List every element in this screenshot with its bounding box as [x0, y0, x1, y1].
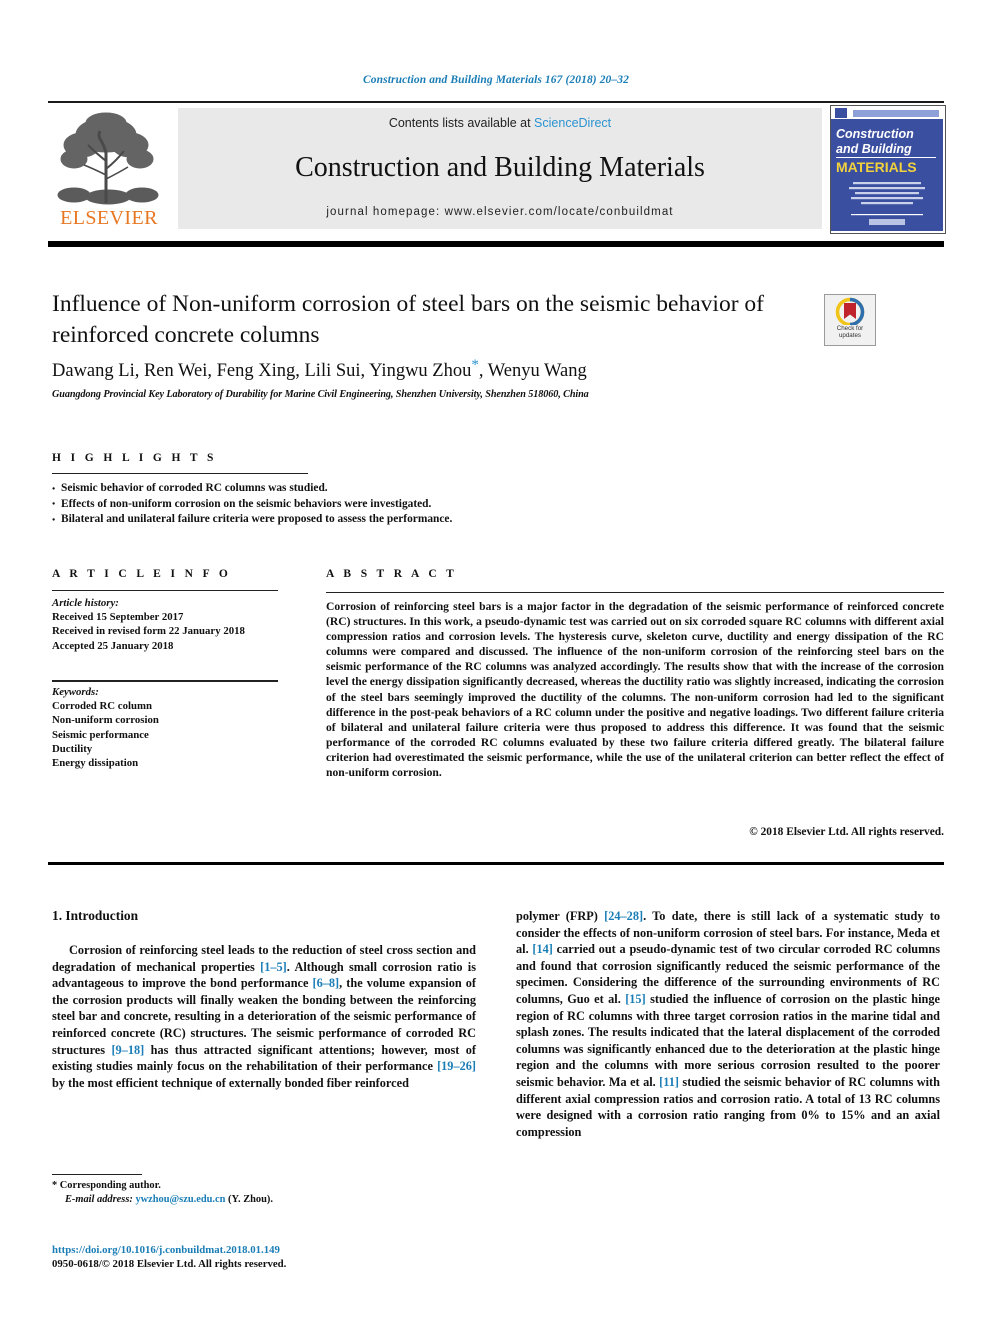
- page-title: Influence of Non-uniform corrosion of st…: [52, 291, 764, 348]
- crossmark-line1: Check for: [836, 325, 864, 332]
- intro-text-a: polymer (FRP): [516, 909, 605, 923]
- crossmark-badge[interactable]: Check for updates: [824, 294, 876, 346]
- journal-title: Construction and Building Materials: [295, 152, 705, 183]
- article-history-item: Received 15 September 2017: [52, 611, 184, 624]
- banner-bottom-bar: [48, 241, 944, 247]
- abstract-divider: [326, 592, 944, 594]
- email-suffix: (Y. Zhou).: [227, 1194, 273, 1206]
- article-info-divider: [52, 590, 278, 592]
- article-first-page: Construction and Building Materials 167 …: [0, 0, 992, 1323]
- issn-copyright-line: 0950-0618/© 2018 Elsevier Ltd. All right…: [52, 1258, 287, 1271]
- corresponding-author-note: * Corresponding author.: [52, 1179, 472, 1193]
- svg-text:and Building: and Building: [836, 142, 912, 156]
- section-heading-introduction: 1. Introduction: [52, 908, 139, 923]
- keyword-item: Seismic performance: [52, 728, 149, 741]
- journal-banner: ELSEVIER Contents lists available at Sci…: [48, 105, 946, 234]
- affiliation: Guangdong Provincial Key Laboratory of D…: [52, 389, 589, 400]
- svg-text:MATERIALS: MATERIALS: [836, 159, 917, 175]
- sciencedirect-link[interactable]: ScienceDirect: [534, 116, 611, 130]
- journal-homepage-line[interactable]: journal homepage: www.elsevier.com/locat…: [178, 206, 822, 218]
- keyword-item: Non-uniform corrosion: [52, 714, 159, 727]
- citation-ref[interactable]: [15]: [625, 992, 646, 1006]
- citation-ref[interactable]: [6–8]: [313, 976, 340, 990]
- top-divider: [48, 101, 944, 103]
- crossmark-label: Check for updates: [825, 325, 875, 340]
- author-names-tail: , Wenyu Wang: [478, 361, 587, 382]
- corresponding-author-marker: *: [471, 357, 479, 373]
- highlights-list: Seismic behavior of corroded RC columns …: [52, 481, 752, 528]
- article-info-label: A R T I C L E I N F O: [52, 568, 232, 580]
- email-note: E-mail address: ywzhou@szu.edu.cn (Y. Zh…: [52, 1193, 472, 1207]
- footnote-block: * Corresponding author. E-mail address: …: [52, 1179, 472, 1207]
- abstract-label: A B S T R A C T: [326, 568, 458, 580]
- elsevier-logo: ELSEVIER: [48, 107, 170, 231]
- corresponding-author-label: Corresponding author.: [57, 1180, 161, 1191]
- keyword-item: Ductility: [52, 742, 93, 755]
- elsevier-tree-icon: [54, 109, 164, 205]
- email-link[interactable]: ywzhou@szu.edu.cn: [135, 1194, 225, 1205]
- crossmark-line2: updates: [838, 332, 862, 340]
- keywords-block: Keywords: Corroded RC column Non-uniform…: [52, 685, 302, 770]
- list-item: Bilateral and unilateral failure criteri…: [52, 512, 752, 528]
- svg-text:Construction: Construction: [836, 127, 914, 141]
- elsevier-wordmark: ELSEVIER: [60, 207, 158, 229]
- author-names: Dawang Li, Ren Wei, Feng Xing, Lili Sui,…: [52, 361, 472, 382]
- journal-banner-center: Contents lists available at ScienceDirec…: [178, 108, 822, 229]
- running-head: Construction and Building Materials 167 …: [363, 74, 629, 86]
- body-column-left: 1. Introduction Corrosion of reinforcing…: [52, 908, 476, 1091]
- intro-paragraph-left: Corrosion of reinforcing steel leads to …: [52, 942, 476, 1091]
- citation-ref[interactable]: [24–28]: [604, 909, 643, 923]
- intro-text-e: by the most efficient technique of exter…: [52, 1075, 409, 1090]
- article-history-heading: Article history:: [52, 597, 119, 609]
- citation-ref[interactable]: [11]: [659, 1075, 679, 1089]
- body-column-right: polymer (FRP) [24–28]. To date, there is…: [516, 908, 940, 1140]
- list-item: Seismic behavior of corroded RC columns …: [52, 481, 752, 496]
- journal-cover-thumbnail: Construction and Building MATERIALS: [830, 105, 946, 234]
- keywords-divider: [52, 680, 278, 682]
- email-label: E-mail address:: [65, 1194, 133, 1206]
- contents-prefix: Contents lists available at: [388, 116, 535, 130]
- highlights-divider: [52, 473, 308, 475]
- footnote-divider: [52, 1174, 142, 1176]
- author-list: Dawang Li, Ren Wei, Feng Xing, Lili Sui,…: [52, 357, 852, 382]
- article-history-item: Received in revised form 22 January 2018: [52, 625, 245, 638]
- keywords-heading: Keywords:: [52, 686, 99, 698]
- intro-paragraph-right: polymer (FRP) [24–28]. To date, there is…: [516, 908, 940, 1140]
- list-item: Effects of non-uniform corrosion on the …: [52, 497, 752, 512]
- citation-ref[interactable]: [1–5]: [260, 960, 287, 974]
- citation-ref[interactable]: [9–18]: [111, 1043, 144, 1057]
- keyword-item: Corroded RC column: [52, 700, 152, 713]
- doi-block: https://doi.org/10.1016/j.conbuildmat.20…: [52, 1243, 482, 1272]
- article-history: Article history: Received 15 September 2…: [52, 596, 302, 653]
- contents-available-line: Contents lists available at ScienceDirec…: [178, 116, 822, 130]
- abstract-text: Corrosion of reinforcing steel bars is a…: [326, 600, 944, 780]
- doi-link[interactable]: https://doi.org/10.1016/j.conbuildmat.20…: [52, 1243, 482, 1257]
- citation-ref[interactable]: [14]: [532, 942, 553, 956]
- abstract-copyright: © 2018 Elsevier Ltd. All rights reserved…: [749, 826, 944, 838]
- highlights-label: H I G H L I G H T S: [52, 452, 217, 464]
- body-top-divider: [48, 862, 944, 865]
- keyword-item: Energy dissipation: [52, 757, 139, 770]
- article-history-item: Accepted 25 January 2018: [52, 639, 174, 652]
- citation-ref[interactable]: [19–26]: [437, 1059, 476, 1073]
